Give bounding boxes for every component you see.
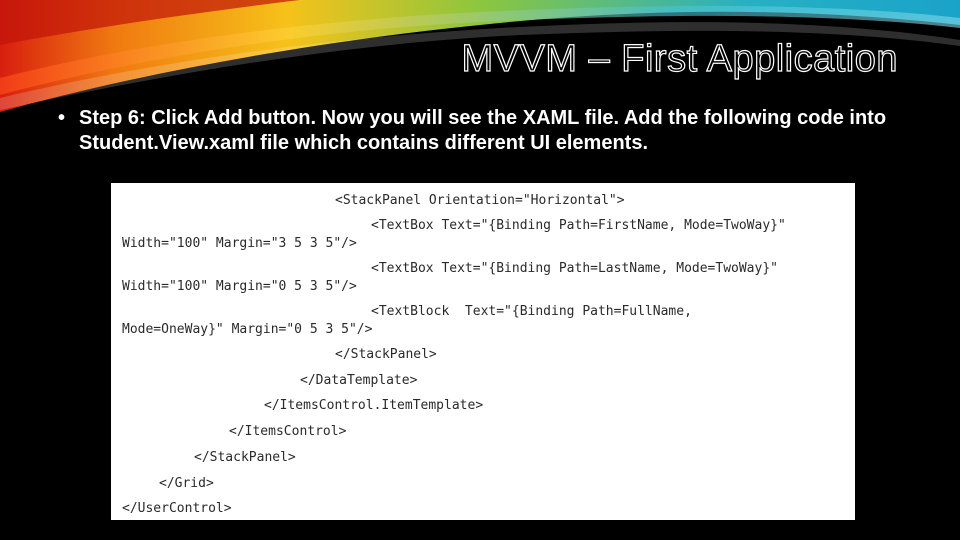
code-line: </DataTemplate> — [300, 373, 418, 388]
code-line: Mode=OneWay}" Margin="0 5 3 5"/> — [122, 322, 373, 337]
code-line: Width="100" Margin="3 5 3 5"/> — [122, 236, 357, 251]
code-line: <TextBox Text="{Binding Path=FirstName, … — [371, 218, 786, 233]
slide-title: MVVM – First Application — [461, 37, 898, 80]
bullet-text: Step 6: Click Add button. Now you will s… — [79, 107, 887, 154]
bullet-marker: • — [58, 107, 66, 129]
code-line: </Grid> — [159, 476, 214, 491]
code-screenshot: <StackPanel Orientation="Horizontal"> <T… — [111, 183, 855, 520]
bullet-point: • Step 6: Click Add button. Now you will… — [58, 106, 918, 156]
code-line: </ItemsControl> — [229, 424, 347, 439]
code-line: </UserControl> — [122, 501, 232, 516]
code-line: </StackPanel> — [194, 450, 296, 465]
code-line: </ItemsControl.ItemTemplate> — [264, 398, 484, 413]
code-line: </StackPanel> — [335, 347, 437, 362]
code-line: <TextBlock Text="{Binding Path=FullName, — [371, 304, 692, 319]
code-line: <TextBox Text="{Binding Path=LastName, M… — [371, 261, 778, 276]
code-line: Width="100" Margin="0 5 3 5"/> — [122, 279, 357, 294]
code-line: <StackPanel Orientation="Horizontal"> — [335, 193, 625, 208]
